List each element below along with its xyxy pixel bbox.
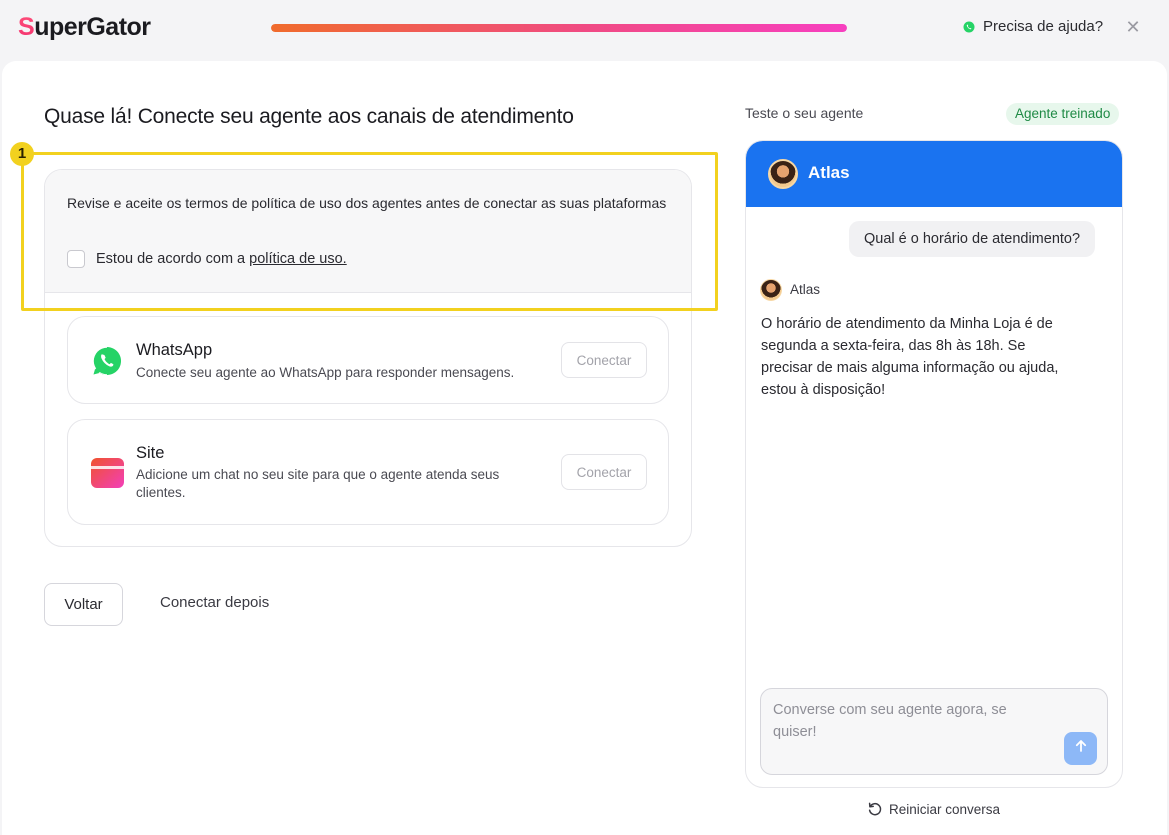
- channels-group: Revise e aceite os termos de política de…: [44, 169, 692, 547]
- terms-checkbox-label: Estou de acordo com a política de uso.: [96, 251, 347, 267]
- connect-later-button[interactable]: Conectar depois: [160, 594, 269, 611]
- arrow-up-icon: [1075, 740, 1086, 752]
- channel-title: WhatsApp: [136, 341, 213, 359]
- restart-label: Reiniciar conversa: [889, 801, 1001, 817]
- agent-label: Atlas: [790, 282, 821, 297]
- whatsapp-icon: [93, 346, 122, 375]
- connect-site-button[interactable]: Conectar: [561, 454, 647, 490]
- logo: SuperGator: [18, 13, 151, 41]
- restart-chat-button[interactable]: Reiniciar conversa: [867, 801, 1000, 817]
- channel-card-site: Site Adicione um chat no seu site para q…: [67, 419, 669, 525]
- progress-fill: [271, 24, 847, 32]
- agent-message: O horário de atendimento da Minha Loja é…: [761, 316, 1059, 398]
- terms-text: Revise e aceite os termos de política de…: [67, 195, 667, 211]
- annotation-badge: 1: [10, 142, 34, 166]
- help-link[interactable]: Precisa de ajuda?: [963, 18, 1103, 35]
- terms-agreement[interactable]: Estou de acordo com a política de uso.: [67, 250, 347, 268]
- connect-whatsapp-button[interactable]: Conectar: [561, 342, 647, 378]
- chat-input[interactable]: [773, 699, 1013, 749]
- agent-name: Atlas: [808, 163, 850, 182]
- channel-description: Conecte seu agente ao WhatsApp para resp…: [136, 365, 515, 380]
- test-agent-label: Teste o seu agente: [745, 105, 864, 121]
- user-message: Qual é o horário de atendimento?: [849, 221, 1096, 257]
- policy-link[interactable]: política de uso.: [249, 251, 347, 267]
- terms-section: Revise e aceite os termos de política de…: [45, 170, 691, 293]
- help-label: Precisa de ajuda?: [983, 18, 1104, 35]
- send-button[interactable]: [1064, 732, 1097, 765]
- progress-bar: [271, 24, 847, 32]
- whatsapp-icon: [963, 21, 975, 32]
- avatar: [760, 279, 782, 301]
- status-badge: Agente treinado: [1006, 103, 1120, 125]
- site-chat-icon: [91, 458, 124, 488]
- chat-preview: Atlas Qual é o horário de atendimento? A…: [745, 140, 1123, 788]
- chat-input-box: [760, 688, 1108, 775]
- chat-header: Atlas: [746, 141, 1122, 207]
- page-title: Quase lá! Conecte seu agente aos canais …: [44, 105, 574, 128]
- channel-description: Adicione um chat no seu site para que o …: [136, 467, 500, 500]
- close-icon[interactable]: ✕: [1124, 17, 1142, 37]
- terms-checkbox[interactable]: [67, 250, 85, 268]
- top-bar: SuperGator Precisa de ajuda? ✕: [0, 0, 1169, 60]
- avatar: [768, 159, 798, 189]
- channel-title: Site: [136, 444, 165, 462]
- back-button[interactable]: Voltar: [44, 583, 123, 626]
- channel-card-whatsapp: WhatsApp Conecte seu agente ao WhatsApp …: [67, 316, 669, 404]
- refresh-icon: [868, 802, 882, 816]
